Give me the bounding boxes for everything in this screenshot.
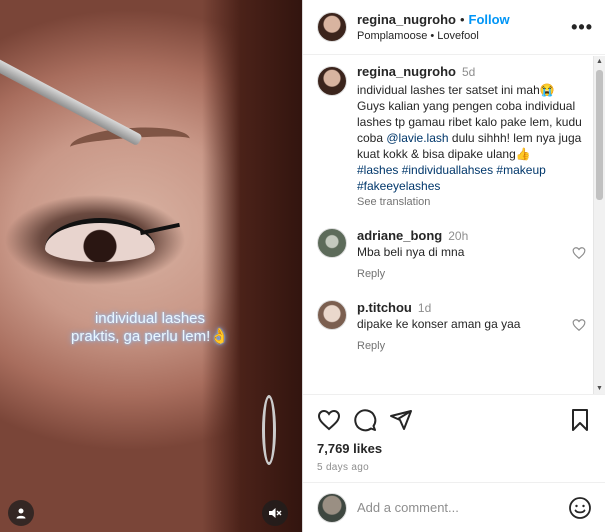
- smiley-icon[interactable]: [568, 496, 592, 520]
- comment-text: dipake ke konser aman ga yaa: [357, 317, 521, 331]
- comment-username[interactable]: adriane_bong: [357, 228, 442, 243]
- header-separator: •: [459, 12, 465, 27]
- mute-button[interactable]: [262, 500, 288, 526]
- comment-avatar[interactable]: [317, 300, 347, 330]
- media-overlay-caption: individual lashes praktis, ga perlu lem!…: [20, 310, 280, 346]
- caption-time: 5d: [461, 65, 476, 79]
- scrollbar-thumb[interactable]: [596, 70, 603, 200]
- comment-time: 20h: [448, 229, 469, 243]
- comment-input[interactable]: [357, 500, 568, 515]
- comment-item: p.titchou 1d dipake ke konser aman ga yaa…: [317, 300, 586, 354]
- reply-button[interactable]: Reply: [357, 338, 385, 354]
- user-tag-button[interactable]: [8, 500, 34, 526]
- speaker-muted-icon: [269, 508, 282, 518]
- author-username[interactable]: regina_nugroho: [357, 12, 456, 27]
- post-actions: 7,769 likes 5 days ago: [303, 394, 605, 480]
- post-details-panel: regina_nugroho • Follow Pomplamoose • Lo…: [302, 0, 605, 532]
- posted-time: 5 days ago: [317, 462, 369, 473]
- media-eye: [45, 218, 155, 262]
- post-media-video[interactable]: individual lashes praktis, ga perlu lem!…: [0, 0, 302, 532]
- media-hair-area: [202, 0, 302, 532]
- post-header: regina_nugroho • Follow Pomplamoose • Lo…: [303, 0, 605, 55]
- comment-avatar[interactable]: [317, 228, 347, 258]
- share-icon[interactable]: [389, 408, 413, 432]
- comment-body: p.titchou 1d dipake ke konser aman ga yaa…: [357, 300, 520, 354]
- add-comment-bar: [303, 482, 605, 532]
- comment-time: 1d: [417, 301, 432, 315]
- comment-text: Mba beli nya di mna: [357, 245, 465, 259]
- header-line: regina_nugroho • Follow: [357, 12, 571, 27]
- audio-track[interactable]: Pomplamoose • Lovefool: [357, 30, 571, 42]
- caption-hashtags[interactable]: #lashes #individuallahses #makeup #fakee…: [357, 162, 586, 194]
- likes-count[interactable]: 7,769 likes: [317, 441, 592, 456]
- heart-icon[interactable]: [572, 318, 586, 332]
- media-overlay-caption-line1: individual lashes: [94, 310, 206, 327]
- see-translation-link[interactable]: See translation: [357, 194, 586, 210]
- comments-scrollbar[interactable]: ▲ ▼: [593, 56, 605, 394]
- reply-button[interactable]: Reply: [357, 266, 385, 282]
- caption-body: regina_nugroho 5d individual lashes ter s…: [357, 64, 586, 210]
- more-options-button[interactable]: •••: [571, 17, 593, 38]
- like-heart-icon[interactable]: [317, 408, 341, 432]
- media-tweezer: [0, 55, 143, 147]
- media-eyeliner: [140, 222, 180, 236]
- bookmark-icon[interactable]: [568, 408, 592, 432]
- comments-list: regina_nugroho 5d individual lashes ter s…: [303, 56, 605, 394]
- current-user-avatar: [317, 492, 347, 523]
- person-icon: [16, 508, 26, 519]
- heart-icon[interactable]: [572, 246, 586, 260]
- follow-button[interactable]: Follow: [469, 12, 510, 27]
- action-icons-row: [317, 407, 592, 433]
- header-meta: regina_nugroho • Follow Pomplamoose • Lo…: [357, 12, 571, 42]
- scroll-up-arrow-icon[interactable]: ▲: [596, 58, 603, 65]
- comment-item: adriane_bong 20h Mba beli nya di mna Repl…: [317, 228, 586, 282]
- author-avatar[interactable]: [317, 12, 347, 42]
- comment-username[interactable]: p.titchou: [357, 300, 412, 315]
- caption-mention-link[interactable]: @lavie.lash: [386, 131, 448, 145]
- comment-icon[interactable]: [353, 408, 377, 432]
- scroll-down-arrow-icon[interactable]: ▼: [596, 385, 603, 392]
- caption-text: individual lashes ter satset ini mah😭 Gu…: [357, 82, 586, 194]
- media-overlay-caption-line2: praktis, ga perlu lem!👌: [71, 328, 229, 345]
- caption-username[interactable]: regina_nugroho: [357, 64, 456, 79]
- comment-body: adriane_bong 20h Mba beli nya di mna Repl…: [357, 228, 468, 282]
- media-earring: [262, 395, 276, 465]
- post-caption: regina_nugroho 5d individual lashes ter s…: [317, 64, 586, 210]
- caption-author-avatar[interactable]: [317, 66, 347, 96]
